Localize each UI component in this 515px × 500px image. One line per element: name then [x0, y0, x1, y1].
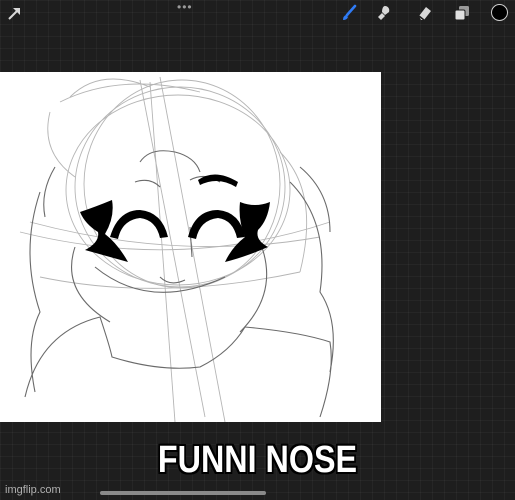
eraser-icon[interactable]: [415, 4, 433, 22]
sketch-drawing: [19, 76, 334, 422]
gallery-arrow-icon[interactable]: [6, 4, 24, 22]
top-toolbar: •••: [0, 0, 515, 26]
drawing-canvas[interactable]: [0, 72, 381, 422]
smudge-icon[interactable]: [375, 4, 393, 22]
meme-caption: FUNNI NOSE: [157, 439, 358, 481]
layers-icon[interactable]: [453, 4, 471, 22]
color-swatch[interactable]: [491, 4, 508, 21]
imgflip-watermark: imgflip.com: [5, 484, 61, 496]
brush-icon[interactable]: [340, 4, 358, 22]
more-options-icon[interactable]: •••: [177, 0, 193, 14]
home-indicator-bar[interactable]: [100, 491, 266, 495]
